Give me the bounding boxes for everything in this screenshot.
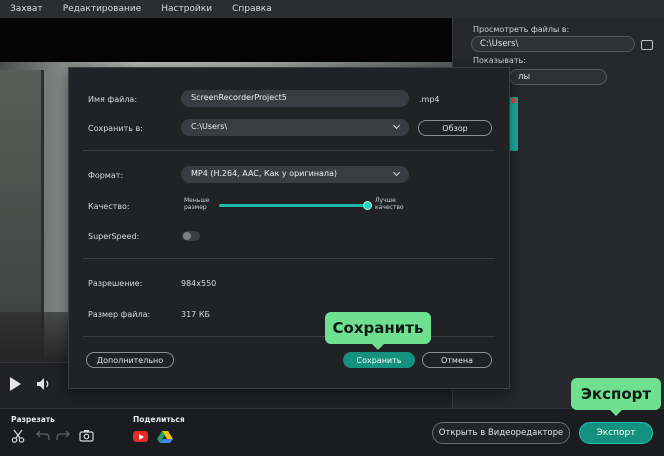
cancel-button[interactable]: Отмена bbox=[422, 352, 492, 368]
undo-icon[interactable] bbox=[36, 429, 50, 441]
menu-item-settings[interactable]: Настройки bbox=[151, 4, 222, 14]
format-value: MP4 (H.264, AAC, Как у оригинала) bbox=[191, 169, 338, 178]
resolution-label: Разрешение: bbox=[88, 279, 143, 288]
scissors-icon[interactable] bbox=[11, 429, 25, 443]
redo-icon[interactable] bbox=[56, 429, 70, 441]
save-in-select[interactable]: C:\Users\ bbox=[181, 119, 409, 136]
bottom-toolbar: Разрезать Поделиться Открыть в Видеореда… bbox=[0, 408, 664, 456]
divider bbox=[83, 150, 495, 151]
file-extension: .mp4 bbox=[419, 95, 440, 104]
quality-label: Качество: bbox=[88, 202, 130, 211]
thumbnail-badge bbox=[511, 98, 516, 103]
save-in-label: Сохранить в: bbox=[88, 124, 143, 133]
filename-label: Имя файла: bbox=[88, 95, 138, 104]
browse-button[interactable]: Обзор bbox=[418, 120, 492, 136]
divider bbox=[83, 258, 495, 259]
format-select[interactable]: MP4 (H.264, AAC, Как у оригинала) bbox=[181, 166, 409, 183]
filename-input[interactable]: ScreenRecorderProject5 bbox=[181, 90, 409, 107]
cut-label: Разрезать bbox=[11, 415, 55, 424]
preview-top-area bbox=[0, 18, 452, 62]
show-label: Показывать: bbox=[473, 56, 526, 65]
save-callout: Сохранить bbox=[325, 312, 431, 350]
share-label: Поделиться bbox=[133, 415, 185, 424]
show-filter-value: лы bbox=[518, 72, 531, 82]
chevron-down-icon bbox=[392, 168, 401, 177]
advanced-button[interactable]: Дополнительно bbox=[86, 352, 174, 368]
play-icon[interactable] bbox=[10, 377, 21, 391]
volume-icon[interactable] bbox=[36, 377, 52, 391]
resolution-value: 984x550 bbox=[181, 279, 217, 288]
format-label: Формат: bbox=[88, 171, 124, 180]
youtube-icon[interactable] bbox=[133, 431, 148, 442]
menu-bar: Захват Редактирование Настройки Справка bbox=[0, 0, 664, 18]
menu-item-help[interactable]: Справка bbox=[222, 4, 282, 14]
browse-files-label: Просмотреть файлы в: bbox=[473, 25, 570, 34]
open-in-editor-button[interactable]: Открыть в Видеоредакторе bbox=[432, 422, 570, 444]
camera-icon[interactable] bbox=[79, 429, 94, 442]
show-filter-select[interactable]: лы bbox=[509, 69, 607, 85]
divider bbox=[83, 336, 495, 337]
export-button[interactable]: Экспорт bbox=[579, 422, 653, 444]
save-dialog: Имя файла: ScreenRecorderProject5 .mp4 С… bbox=[68, 67, 510, 389]
filesize-value: 317 КБ bbox=[181, 310, 210, 319]
save-in-value: C:\Users\ bbox=[191, 122, 228, 131]
browse-path-field[interactable]: C:\Users\ bbox=[471, 36, 635, 52]
file-thumbnail[interactable] bbox=[510, 97, 518, 151]
google-drive-icon[interactable] bbox=[157, 430, 173, 444]
menu-item-capture[interactable]: Захват bbox=[0, 4, 53, 14]
quality-max-label: Лучше качество bbox=[375, 197, 404, 211]
folder-icon[interactable] bbox=[641, 40, 653, 50]
quality-slider-handle[interactable] bbox=[363, 201, 372, 210]
superspeed-label: SuperSpeed: bbox=[88, 232, 140, 241]
save-button[interactable]: Сохранить bbox=[343, 352, 415, 368]
chevron-down-icon bbox=[392, 121, 401, 130]
superspeed-toggle[interactable] bbox=[182, 231, 200, 241]
export-callout: Экспорт bbox=[571, 378, 661, 416]
quality-min-label: Меньше размер bbox=[184, 197, 210, 211]
quality-slider-track[interactable] bbox=[219, 204, 367, 207]
menu-item-edit[interactable]: Редактирование bbox=[53, 4, 152, 14]
filesize-label: Размер файла: bbox=[88, 310, 151, 319]
